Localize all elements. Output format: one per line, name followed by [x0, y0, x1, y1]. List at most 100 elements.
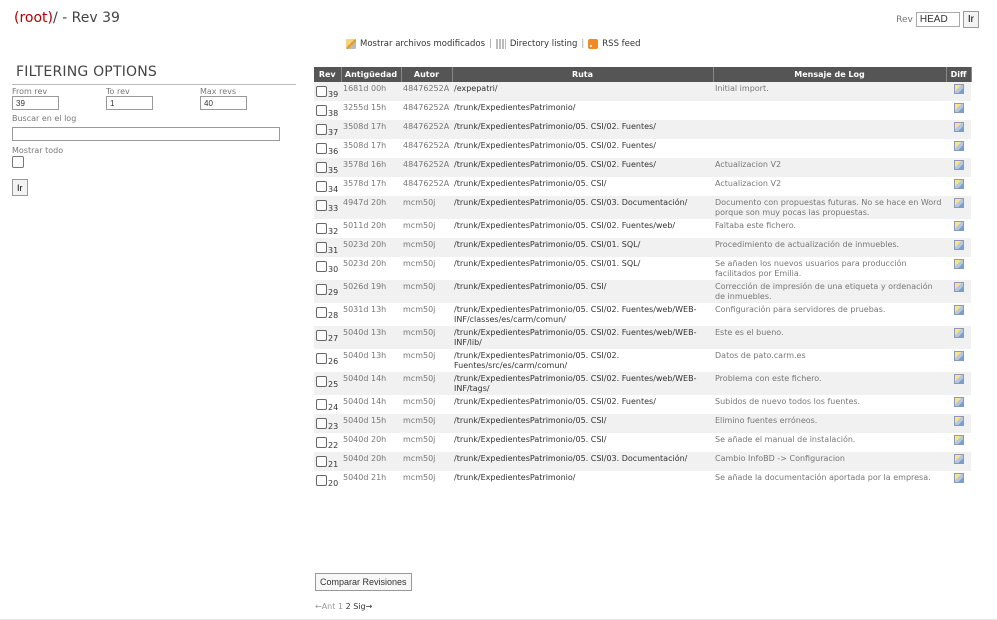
directory-listing-link[interactable]: Directory listing: [510, 39, 578, 49]
root-link[interactable]: (root): [14, 10, 53, 26]
diff-icon[interactable]: [953, 240, 964, 250]
rev-link[interactable]: 31: [328, 246, 338, 255]
revision-select-checkbox[interactable]: [316, 181, 327, 192]
revision-select-checkbox[interactable]: [316, 124, 327, 135]
rev-link[interactable]: 32: [328, 227, 338, 236]
diff-icon[interactable]: [953, 351, 964, 361]
show-all-checkbox[interactable]: [12, 156, 24, 168]
col-author-header[interactable]: Autor: [401, 67, 453, 82]
diff-icon[interactable]: [953, 282, 964, 292]
revision-select-checkbox[interactable]: [316, 200, 327, 211]
path-link[interactable]: /trunk/ExpedientesPatrimonio/05. CSI/: [452, 433, 713, 452]
diff-icon[interactable]: [953, 160, 964, 170]
search-log-input[interactable]: [12, 126, 280, 141]
col-age-header[interactable]: Antigüedad: [341, 67, 402, 82]
diff-icon[interactable]: [953, 84, 964, 94]
rss-feed-link[interactable]: RSS feed: [602, 39, 640, 49]
revision-select-checkbox[interactable]: [316, 261, 327, 272]
path-link[interactable]: /expepatri/: [452, 82, 713, 101]
modified-files-link[interactable]: Mostrar archivos modificados: [360, 39, 485, 49]
path-link[interactable]: /trunk/ExpedientesPatrimonio/: [452, 471, 713, 490]
path-link[interactable]: /trunk/ExpedientesPatrimonio/05. CSI/: [452, 414, 713, 433]
diff-icon[interactable]: [953, 122, 964, 132]
rev-link[interactable]: 34: [328, 185, 338, 194]
rev-input[interactable]: [915, 12, 960, 27]
rev-link[interactable]: 25: [328, 380, 338, 389]
path-link[interactable]: /trunk/ExpedientesPatrimonio/05. CSI/02.…: [452, 349, 713, 372]
rev-link[interactable]: 39: [328, 90, 338, 99]
diff-icon[interactable]: [953, 454, 964, 464]
diff-icon[interactable]: [953, 259, 964, 269]
diff-icon[interactable]: [953, 473, 964, 483]
rev-link[interactable]: 26: [328, 357, 338, 366]
page-1-link[interactable]: 1: [338, 602, 343, 611]
revision-select-checkbox[interactable]: [316, 143, 327, 154]
compare-revisions-button[interactable]: Comparar Revisiones: [315, 573, 412, 591]
diff-icon[interactable]: [953, 179, 964, 189]
diff-icon[interactable]: [953, 435, 964, 445]
col-path-header[interactable]: Ruta: [452, 67, 714, 82]
diff-icon[interactable]: [953, 103, 964, 113]
rev-link[interactable]: 22: [328, 441, 338, 450]
rev-link[interactable]: 28: [328, 311, 338, 320]
path-link[interactable]: /trunk/ExpedientesPatrimonio/05. CSI/01.…: [452, 238, 713, 257]
path-link[interactable]: /trunk/ExpedientesPatrimonio/05. CSI/02.…: [452, 120, 713, 139]
max-revs-input[interactable]: [200, 96, 247, 110]
diff-icon[interactable]: [953, 198, 964, 208]
rev-link[interactable]: 30: [328, 265, 338, 274]
rev-go-button[interactable]: Ir: [962, 11, 979, 28]
revision-select-checkbox[interactable]: [316, 418, 327, 429]
revision-select-checkbox[interactable]: [316, 162, 327, 173]
to-rev-input[interactable]: [106, 96, 153, 110]
rev-link[interactable]: 21: [328, 460, 338, 469]
diff-icon[interactable]: [953, 397, 964, 407]
revision-select-checkbox[interactable]: [316, 330, 327, 341]
path-link[interactable]: /trunk/ExpedientesPatrimonio/05. CSI/03.…: [452, 196, 713, 219]
path-link[interactable]: /trunk/ExpedientesPatrimonio/05. CSI/: [452, 280, 713, 303]
rev-link[interactable]: 23: [328, 422, 338, 431]
path-link[interactable]: /trunk/ExpedientesPatrimonio/05. CSI/01.…: [452, 257, 713, 280]
revision-select-checkbox[interactable]: [316, 242, 327, 253]
revision-select-checkbox[interactable]: [316, 105, 327, 116]
filter-go-button[interactable]: Ir: [12, 179, 28, 196]
prev-page-link[interactable]: ←Ant: [315, 602, 335, 611]
path-link[interactable]: /trunk/ExpedientesPatrimonio/05. CSI/02.…: [452, 395, 713, 414]
path-link[interactable]: /trunk/ExpedientesPatrimonio/: [452, 101, 713, 120]
diff-icon[interactable]: [953, 416, 964, 426]
path-link[interactable]: /trunk/ExpedientesPatrimonio/05. CSI/02.…: [452, 303, 713, 326]
path-link[interactable]: /trunk/ExpedientesPatrimonio/05. CSI/03.…: [452, 452, 713, 471]
diff-icon[interactable]: [953, 305, 964, 315]
diff-icon[interactable]: [953, 328, 964, 338]
rev-link[interactable]: 38: [328, 109, 338, 118]
diff-icon[interactable]: [953, 141, 964, 151]
revision-select-checkbox[interactable]: [316, 456, 327, 467]
path-link[interactable]: /trunk/ExpedientesPatrimonio/05. CSI/02.…: [452, 326, 713, 349]
diff-icon[interactable]: [953, 374, 964, 384]
path-link[interactable]: /trunk/ExpedientesPatrimonio/05. CSI/02.…: [452, 372, 713, 395]
revision-select-checkbox[interactable]: [316, 353, 327, 364]
rev-link[interactable]: 24: [328, 403, 338, 412]
rev-link[interactable]: 33: [328, 204, 338, 213]
revision-select-checkbox[interactable]: [316, 399, 327, 410]
col-message-header[interactable]: Mensaje de Log: [713, 67, 947, 82]
rev-link[interactable]: 27: [328, 334, 338, 343]
revision-select-checkbox[interactable]: [316, 307, 327, 318]
revision-select-checkbox[interactable]: [316, 437, 327, 448]
rev-link[interactable]: 36: [328, 147, 338, 156]
col-rev-header[interactable]: Rev: [314, 67, 342, 82]
revision-select-checkbox[interactable]: [316, 284, 327, 295]
rev-link[interactable]: 29: [328, 288, 338, 297]
diff-icon[interactable]: [953, 221, 964, 231]
path-link[interactable]: /trunk/ExpedientesPatrimonio/05. CSI/: [452, 177, 713, 196]
rev-link[interactable]: 37: [328, 128, 338, 137]
from-rev-input[interactable]: [12, 96, 59, 110]
revision-select-checkbox[interactable]: [316, 223, 327, 234]
rev-link[interactable]: 20: [328, 479, 338, 488]
path-link[interactable]: /trunk/ExpedientesPatrimonio/05. CSI/02.…: [452, 219, 713, 238]
revision-select-checkbox[interactable]: [316, 86, 327, 97]
next-page-link[interactable]: Sig→: [353, 602, 372, 611]
path-link[interactable]: /trunk/ExpedientesPatrimonio/05. CSI/02.…: [452, 139, 713, 158]
rev-link[interactable]: 35: [328, 166, 338, 175]
revision-select-checkbox[interactable]: [316, 475, 327, 486]
revision-select-checkbox[interactable]: [316, 376, 327, 387]
